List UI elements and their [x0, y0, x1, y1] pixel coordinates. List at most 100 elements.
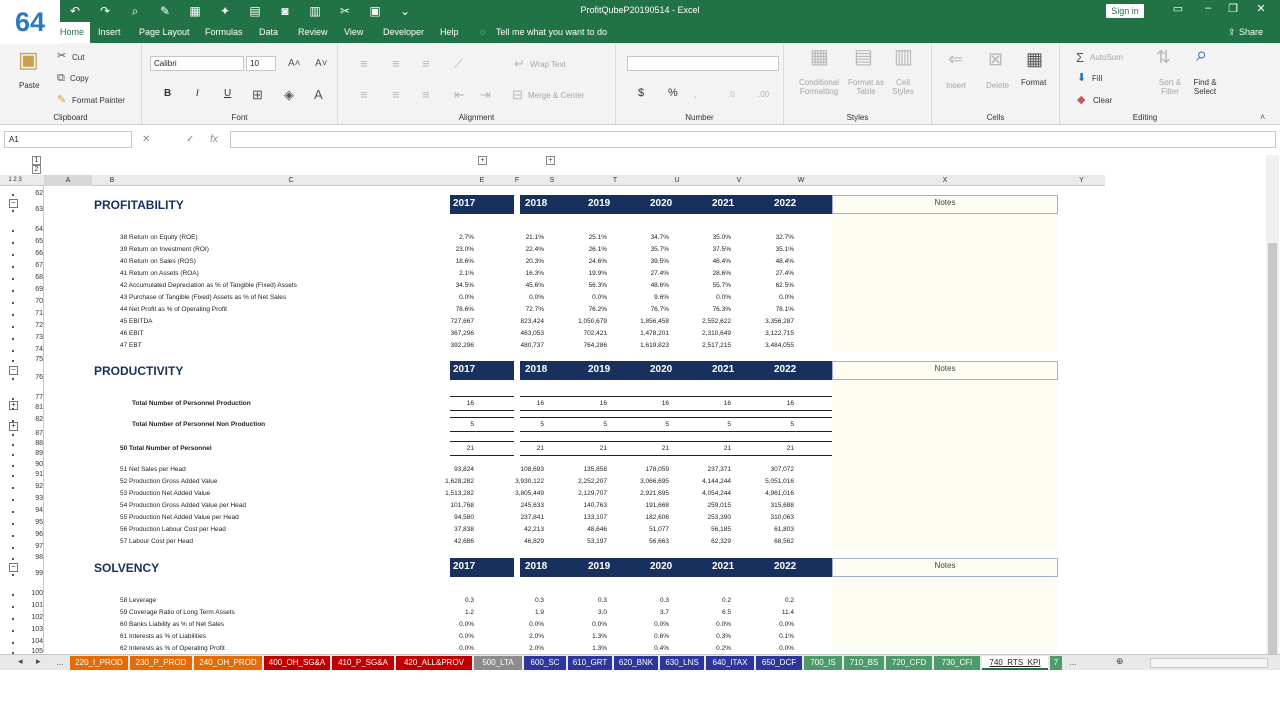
cell-value[interactable]: 3,122,715	[724, 330, 794, 337]
vertical-scrollbar[interactable]	[1266, 155, 1279, 703]
autosum-button[interactable]: AutoSum	[1090, 53, 1123, 62]
cell-value[interactable]: 21	[661, 445, 731, 452]
cell-value[interactable]: 245,633	[474, 502, 545, 509]
cell-value[interactable]: 0.0%	[724, 294, 794, 301]
row-outline-levels[interactable]: 1 2 3	[3, 175, 27, 186]
cell-value[interactable]: 16.3%	[474, 270, 544, 277]
cell-value[interactable]: 16	[474, 400, 544, 407]
row-number[interactable]: 101	[26, 602, 43, 609]
cell-value[interactable]: 0.0%	[404, 645, 474, 652]
row-number[interactable]: 67	[26, 262, 43, 269]
decrease-decimal-icon[interactable]: .00	[758, 88, 769, 101]
row-number[interactable]: 93	[26, 495, 43, 502]
cell-value[interactable]: 21	[537, 445, 607, 452]
cell-value[interactable]: 764,286	[537, 342, 608, 349]
ribbon-options-icon[interactable]: ▭	[1166, 2, 1190, 15]
cell-value[interactable]: 4,054,244	[661, 490, 731, 497]
cell-value[interactable]: 76.3%	[661, 306, 731, 313]
row-number[interactable]: 70	[26, 298, 43, 305]
cell-value[interactable]: 2,252,207	[537, 478, 607, 485]
cell-value[interactable]: 3,930,122	[474, 478, 544, 485]
cell-value[interactable]: 94,580	[404, 514, 474, 521]
row-number[interactable]: 81	[26, 404, 43, 411]
worksheet-grid[interactable]: PROFITABILITY 2017 2018 2019 2020 2021 2022 Not…	[44, 186, 1105, 652]
cell-value[interactable]: 48.6%	[599, 282, 669, 289]
insert-cells-button[interactable]: Insert	[946, 81, 966, 90]
cell-value[interactable]: 24.6%	[537, 258, 607, 265]
tab-developer[interactable]: Developer	[383, 27, 424, 37]
cell-value[interactable]: 392,296	[404, 342, 475, 349]
cell-value[interactable]: 253,390	[661, 514, 732, 521]
cell-value[interactable]: 56,663	[599, 538, 669, 545]
notes-area[interactable]	[832, 380, 1058, 550]
cell-value[interactable]: 182,606	[599, 514, 670, 521]
row-number[interactable]: 73	[26, 334, 43, 341]
row-number[interactable]: 66	[26, 250, 43, 257]
cell-value[interactable]: 5	[404, 421, 474, 428]
delete-cells-icon[interactable]: ⊠	[988, 50, 1003, 68]
row-number[interactable]: 74	[26, 346, 43, 353]
cell-value[interactable]: 42,686	[404, 538, 474, 545]
row-number[interactable]: 98	[26, 554, 43, 561]
vertical-scroll-thumb[interactable]	[1268, 243, 1277, 703]
cell-value[interactable]: 237,371	[661, 466, 732, 473]
cell-value[interactable]: 0.0%	[661, 621, 731, 628]
cell-value[interactable]: 0.2	[724, 597, 794, 604]
cell-value[interactable]: 101,768	[404, 502, 475, 509]
bold-button[interactable]: B	[164, 88, 171, 99]
cell-value[interactable]: 1.3%	[537, 633, 607, 640]
sheet-tab[interactable]: 620_BNK	[614, 656, 658, 670]
column-w[interactable]: W	[770, 175, 832, 186]
cell-value[interactable]: 0.3	[474, 597, 544, 604]
cell-value[interactable]: 27.4%	[599, 270, 669, 277]
sheet-tab[interactable]: 410_P_SG&A	[332, 656, 394, 670]
cell-value[interactable]: 0.3%	[661, 633, 731, 640]
row-number[interactable]: 69	[26, 286, 43, 293]
cell-value[interactable]: 0.0%	[474, 621, 544, 628]
collapse-row-group-icon[interactable]: −	[9, 199, 18, 208]
font-size-select[interactable]: 10	[246, 56, 276, 71]
cell-value[interactable]: 48,646	[537, 526, 607, 533]
sheet-tab[interactable]: 240_OH_PROD	[194, 656, 262, 670]
align-bottom-icon[interactable]: ≡	[422, 57, 430, 70]
row-number[interactable]: 97	[26, 543, 43, 550]
cell-value[interactable]: 4,961,016	[724, 490, 794, 497]
cell-value[interactable]: 68,562	[724, 538, 794, 545]
cell-value[interactable]: 237,841	[474, 514, 545, 521]
cell-value[interactable]: 108,693	[474, 466, 545, 473]
column-v[interactable]: V	[708, 175, 770, 186]
cell-value[interactable]: 51,077	[599, 526, 669, 533]
copy-button[interactable]: Copy	[70, 74, 89, 83]
sort-filter-button[interactable]: Sort & Filter	[1158, 78, 1182, 96]
cell-value[interactable]: 0.0%	[661, 294, 731, 301]
cell-value[interactable]: 26.1%	[537, 246, 607, 253]
italic-button[interactable]: I	[196, 88, 199, 99]
cell-value[interactable]: 11.4	[724, 609, 794, 616]
orientation-icon[interactable]: ⟋	[454, 57, 463, 70]
cell-value[interactable]: 21	[404, 445, 474, 452]
format-as-table-icon[interactable]: ▤	[854, 47, 873, 67]
close-icon[interactable]: ✕	[1249, 2, 1273, 15]
cell-value[interactable]: 5	[724, 421, 794, 428]
row-number[interactable]: 76	[26, 374, 43, 381]
row-number[interactable]: 82	[26, 416, 43, 423]
cell-value[interactable]: 37,838	[404, 526, 474, 533]
format-as-table-button[interactable]: Format as Table	[846, 78, 886, 96]
sheet-tab[interactable]: 500_LTA	[474, 656, 522, 670]
font-name-select[interactable]: Calibri	[150, 56, 244, 71]
sheet-tab[interactable]: ...	[52, 656, 68, 670]
row-number[interactable]: 68	[26, 274, 43, 281]
cell-value[interactable]: 2,552,622	[661, 318, 731, 325]
cell-value[interactable]: 23.0%	[404, 246, 474, 253]
cell-value[interactable]: 0.0%	[474, 294, 544, 301]
outline-level-2[interactable]: 2	[32, 165, 41, 174]
expand-column-group-icon[interactable]: +	[546, 156, 555, 165]
row-number[interactable]: 77	[26, 394, 43, 401]
cell-value[interactable]: 62.5%	[724, 282, 794, 289]
cell-value[interactable]: 21	[599, 445, 669, 452]
cell-value[interactable]: 0.3	[404, 597, 474, 604]
conditional-formatting-icon[interactable]: ▦	[810, 47, 829, 67]
cell-value[interactable]: 463,053	[474, 330, 545, 337]
cell-value[interactable]: 5	[537, 421, 607, 428]
sheet-tab[interactable]: ...	[1064, 656, 1082, 670]
